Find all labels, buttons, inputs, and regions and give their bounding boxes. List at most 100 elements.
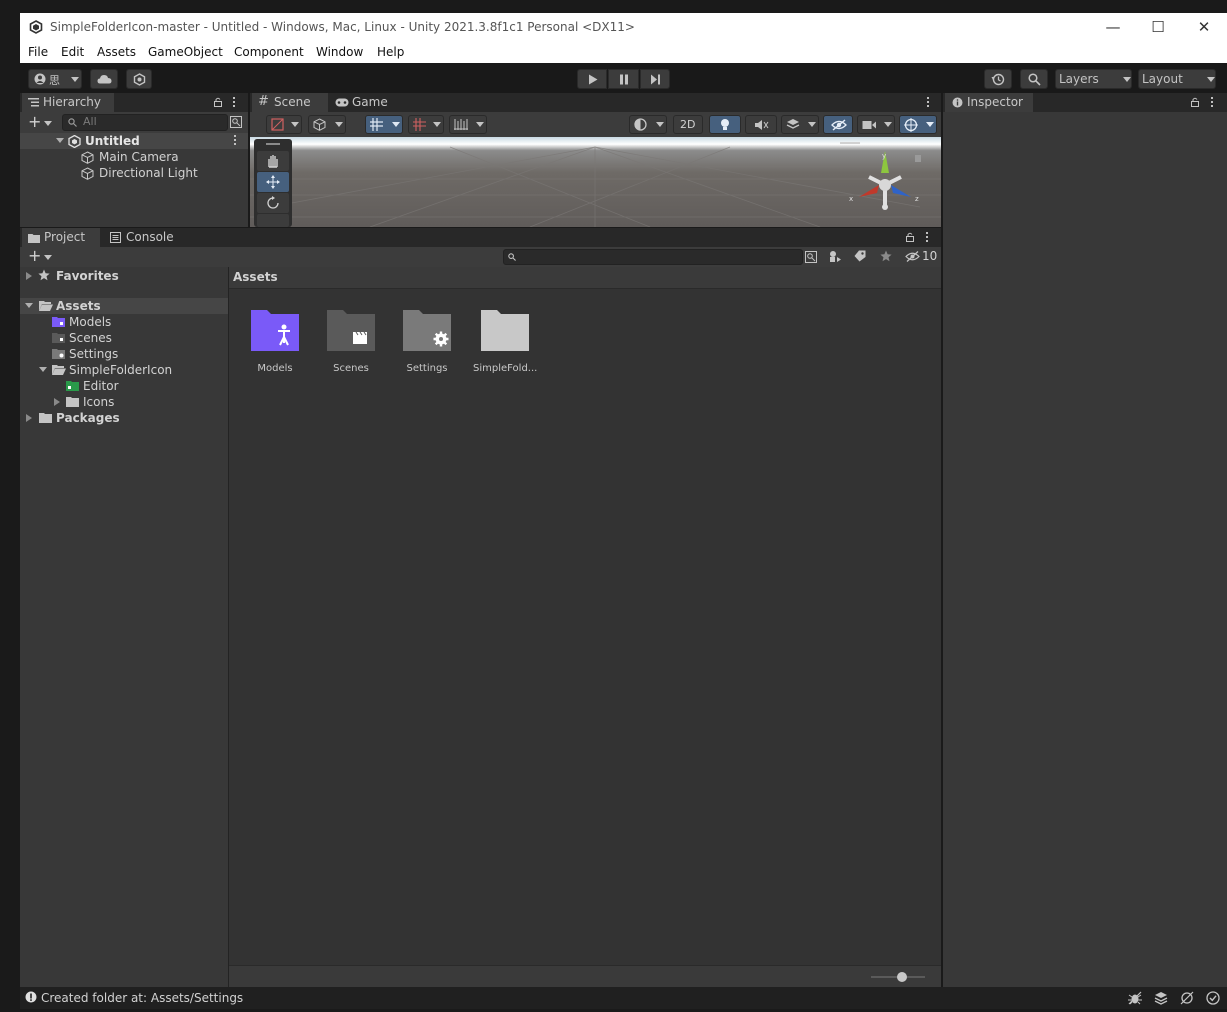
tab-project[interactable]: Project xyxy=(22,228,100,247)
effects-dropdown[interactable] xyxy=(781,115,819,134)
open-folder-icon xyxy=(52,365,66,375)
tree-item-packages[interactable]: Packages xyxy=(20,410,228,426)
menu-help[interactable]: Help xyxy=(377,45,404,59)
menu-gameobject[interactable]: GameObject xyxy=(148,45,223,59)
move-tool-button[interactable] xyxy=(257,172,289,192)
hand-tool-button[interactable] xyxy=(257,151,289,171)
palette-drag-handle[interactable] xyxy=(266,143,280,145)
collab-button[interactable] xyxy=(126,69,152,89)
asset-item-simplefoldericon[interactable]: SimpleFold... xyxy=(473,307,537,387)
lighting-toggle[interactable] xyxy=(709,115,741,134)
lock-icon[interactable] xyxy=(906,232,914,242)
audio-mute-icon xyxy=(755,120,769,130)
hierarchy-item-directional-light[interactable]: Directional Light xyxy=(20,165,248,181)
scene-row-untitled[interactable]: Untitled xyxy=(20,133,248,149)
draw-mode-dropdown[interactable] xyxy=(266,115,302,134)
tab-scene[interactable]: # Scene xyxy=(252,93,328,112)
inspector-menu-icon[interactable] xyxy=(1211,97,1214,109)
expand-arrow-icon[interactable] xyxy=(25,303,33,308)
tree-item-favorites[interactable]: Favorites xyxy=(20,268,228,284)
layout-dropdown[interactable]: Layout xyxy=(1138,69,1216,89)
lock-icon[interactable] xyxy=(1191,97,1199,107)
menu-file[interactable]: File xyxy=(28,45,48,59)
lock-icon[interactable] xyxy=(214,97,222,107)
hidden-packages-icon[interactable] xyxy=(905,251,920,262)
audio-toggle[interactable] xyxy=(745,115,777,134)
expand-arrow-icon[interactable] xyxy=(39,367,47,372)
search-scope-icon[interactable] xyxy=(805,251,817,263)
hierarchy-item-main-camera[interactable]: Main Camera xyxy=(20,149,248,165)
orientation-gizmo[interactable]: y x z xyxy=(847,145,925,227)
tree-item-simplefoldericon[interactable]: SimpleFolderIcon xyxy=(20,362,228,378)
undo-history-button[interactable] xyxy=(984,69,1012,89)
filter-by-label-icon[interactable] xyxy=(854,250,866,262)
project-breadcrumb-bar: Assets xyxy=(229,267,941,289)
star-icon[interactable] xyxy=(880,250,892,262)
menu-assets[interactable]: Assets xyxy=(97,45,136,59)
breadcrumb[interactable]: Assets xyxy=(233,270,278,284)
scene-menu-icon[interactable] xyxy=(234,135,237,147)
collapsed-arrow-icon[interactable] xyxy=(26,272,32,280)
shading-dropdown[interactable] xyxy=(629,115,667,134)
tab-hierarchy[interactable]: Hierarchy xyxy=(22,93,114,112)
auto-generate-lighting-icon[interactable] xyxy=(1180,991,1194,1005)
asset-item-settings[interactable]: Settings xyxy=(401,307,457,387)
tree-item-editor[interactable]: Editor xyxy=(20,378,228,394)
create-plus-icon[interactable]: + xyxy=(28,114,41,130)
grid-snap-dropdown[interactable] xyxy=(365,115,403,134)
step-button[interactable] xyxy=(640,69,670,89)
hierarchy-menu-icon[interactable] xyxy=(233,97,236,109)
icon-size-slider-thumb[interactable] xyxy=(897,972,907,982)
menu-window[interactable]: Window xyxy=(316,45,363,59)
play-button[interactable] xyxy=(577,69,607,89)
hidden-objects-toggle[interactable] xyxy=(823,115,853,134)
search-button[interactable] xyxy=(1020,69,1048,89)
rotate-tool-button[interactable] xyxy=(257,193,289,213)
render-mode-dropdown[interactable] xyxy=(308,115,346,134)
project-content: Assets Models Scenes Settings SimpleFold… xyxy=(229,267,941,988)
gizmos-dropdown[interactable] xyxy=(899,115,937,134)
create-plus-icon[interactable]: + xyxy=(28,248,41,264)
scene-search-icon[interactable] xyxy=(230,116,242,128)
filter-by-type-icon[interactable] xyxy=(829,250,842,263)
project-search-input[interactable] xyxy=(503,249,803,265)
tree-item-settings[interactable]: Settings xyxy=(20,346,228,362)
increment-snap-dropdown[interactable] xyxy=(408,115,444,134)
cloud-button[interactable] xyxy=(90,69,118,89)
ruler-dropdown[interactable] xyxy=(449,115,487,134)
collapsed-arrow-icon[interactable] xyxy=(54,398,60,406)
tab-console[interactable]: Console xyxy=(104,228,180,247)
check-circle-icon[interactable] xyxy=(1206,991,1220,1005)
hierarchy-search-input[interactable]: All xyxy=(62,114,228,131)
menu-component[interactable]: Component xyxy=(234,45,304,59)
project-menu-icon[interactable] xyxy=(926,232,929,244)
account-dropdown[interactable]: 思 xyxy=(28,69,82,89)
status-bar: Created folder at: Assets/Settings xyxy=(20,987,1227,1009)
collapsed-arrow-icon[interactable] xyxy=(26,414,32,422)
tab-game[interactable]: Game xyxy=(330,93,398,112)
gizmo-drag-handle[interactable] xyxy=(840,142,860,144)
scale-tool-button[interactable] xyxy=(257,214,289,227)
mode-2d-button[interactable]: 2D xyxy=(673,115,703,134)
pause-button[interactable] xyxy=(608,69,639,89)
close-button[interactable]: ✕ xyxy=(1194,18,1214,36)
scenes-folder-icon xyxy=(52,333,65,343)
status-message[interactable]: Created folder at: Assets/Settings xyxy=(41,991,243,1005)
scene-viewport[interactable]: y x z xyxy=(250,137,941,227)
menu-edit[interactable]: Edit xyxy=(61,45,84,59)
scene-menu-icon[interactable] xyxy=(927,97,930,109)
camera-dropdown[interactable] xyxy=(857,115,895,134)
expand-arrow-icon[interactable] xyxy=(56,138,64,143)
tree-item-models[interactable]: Models xyxy=(20,314,228,330)
tab-inspector[interactable]: Inspector xyxy=(945,93,1033,112)
asset-item-scenes[interactable]: Scenes xyxy=(325,307,381,387)
folder-icon xyxy=(39,413,52,423)
layers-dropdown[interactable]: Layers xyxy=(1055,69,1132,89)
layers-status-icon[interactable] xyxy=(1154,991,1168,1005)
tree-item-assets[interactable]: Assets xyxy=(20,298,228,314)
maximize-button[interactable]: ☐ xyxy=(1148,18,1168,36)
minimize-button[interactable]: — xyxy=(1103,18,1123,36)
tree-item-scenes[interactable]: Scenes xyxy=(20,330,228,346)
debug-bug-icon[interactable] xyxy=(1128,991,1142,1005)
tree-item-icons[interactable]: Icons xyxy=(20,394,228,410)
